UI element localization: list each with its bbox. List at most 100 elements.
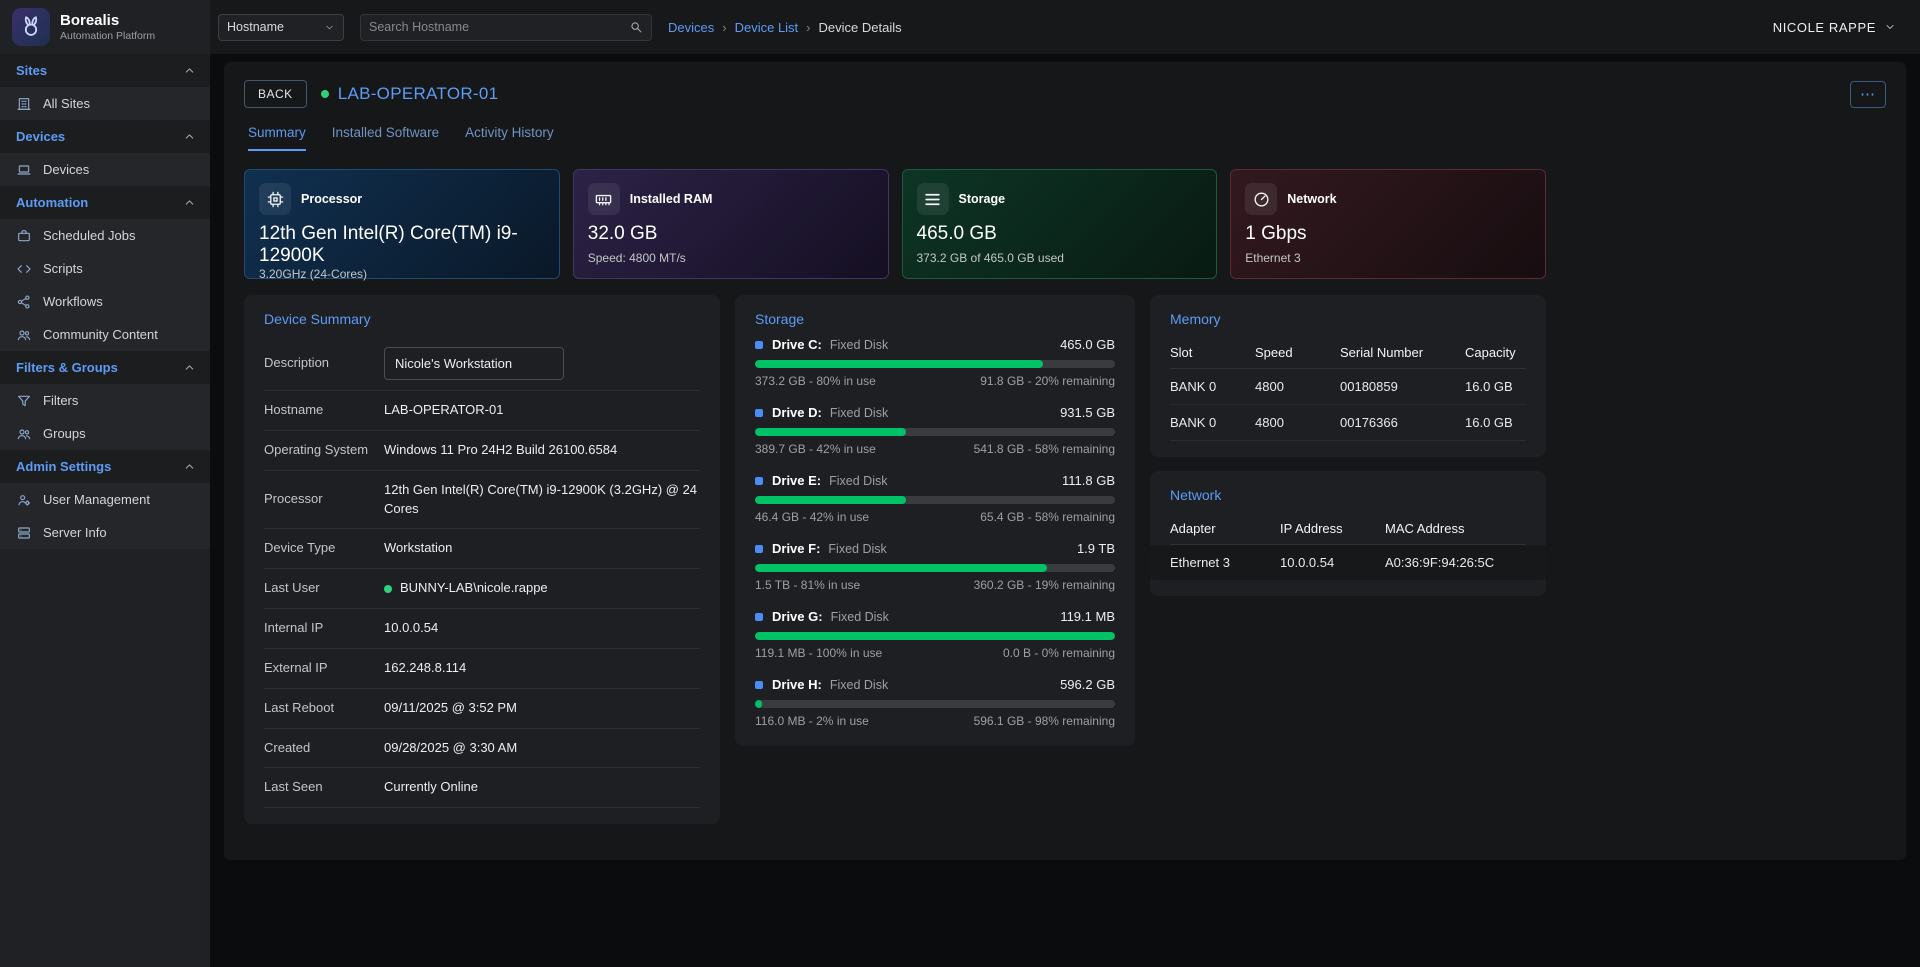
page-title: LAB-OPERATOR-01: [321, 84, 499, 104]
row-label: Last Seen: [264, 779, 384, 796]
laptop-icon: [16, 162, 32, 178]
memory-table-row: BANK 0 4800 00180859 16.0 GB: [1170, 369, 1526, 405]
column-header: Capacity: [1465, 345, 1526, 360]
share-icon: [16, 294, 32, 310]
drive-name: Drive G:: [772, 609, 823, 624]
drive-usage-bar: [755, 564, 1115, 572]
summary-row-created: Created 09/28/2025 @ 3:30 AM: [264, 729, 700, 769]
sidebar-section-filters-groups[interactable]: Filters & Groups: [0, 351, 210, 384]
stat-subtitle: Speed: 4800 MT/s: [588, 251, 874, 265]
sidebar-item-all-sites[interactable]: All Sites: [0, 87, 210, 120]
sidebar-section-label: Admin Settings: [16, 459, 111, 474]
row-label: Description: [264, 355, 384, 372]
sidebar-item-user-management[interactable]: User Management: [0, 483, 210, 516]
cell-speed: 4800: [1255, 415, 1340, 430]
ram-icon: [588, 183, 620, 215]
breadcrumb-device-list[interactable]: Device List: [735, 20, 799, 35]
drive-used: 1.5 TB - 81% in use: [755, 578, 860, 592]
sidebar-item-community-content[interactable]: Community Content: [0, 318, 210, 351]
drive-size: 111.8 GB: [1062, 473, 1115, 488]
drive-type: Fixed Disk: [830, 338, 888, 352]
sidebar-item-devices[interactable]: Devices: [0, 153, 210, 186]
memory-table-row: BANK 0 4800 00176366 16.0 GB: [1170, 405, 1526, 441]
drive-name: Drive E:: [772, 473, 821, 488]
drive-used: 46.4 GB - 42% in use: [755, 510, 869, 524]
sidebar-item-label: Scripts: [43, 261, 83, 276]
drive-icon: [755, 545, 763, 553]
tab-summary[interactable]: Summary: [248, 125, 306, 151]
row-value: 162.248.8.114: [384, 659, 466, 678]
user-name: NICOLE RAPPE: [1773, 20, 1876, 35]
more-actions-button[interactable]: ⋯: [1850, 81, 1886, 108]
stat-value: 32.0 GB: [588, 223, 874, 245]
online-status-dot: [384, 585, 392, 593]
storage-stack-icon: [917, 183, 949, 215]
sidebar-item-label: Filters: [43, 393, 78, 408]
drive-used: 389.7 GB - 42% in use: [755, 442, 876, 456]
summary-row-processor: Processor 12th Gen Intel(R) Core(TM) i9-…: [264, 471, 700, 530]
drive-type: Fixed Disk: [830, 406, 888, 420]
row-value: Workstation: [384, 539, 452, 558]
sidebar-section-devices[interactable]: Devices: [0, 120, 210, 153]
cpu-icon: [259, 183, 291, 215]
sidebar-item-filters[interactable]: Filters: [0, 384, 210, 417]
summary-row-external-ip: External IP 162.248.8.114: [264, 649, 700, 689]
drive-usage-bar: [755, 700, 1115, 708]
sidebar-item-label: Server Info: [43, 525, 107, 540]
sidebar-section-sites[interactable]: Sites: [0, 54, 210, 87]
stat-subtitle: 3.20GHz (24-Cores): [259, 267, 545, 281]
storage-drives-card: Storage Drive C: Fixed Disk 465.0 GB 373…: [735, 295, 1135, 746]
cell-slot: BANK 0: [1170, 415, 1255, 430]
hostname-select-value: Hostname: [227, 20, 284, 34]
user-menu[interactable]: NICOLE RAPPE: [1773, 20, 1896, 35]
brand: Borealis Automation Platform: [0, 0, 210, 54]
sidebar-section-label: Sites: [16, 63, 47, 78]
back-button[interactable]: BACK: [244, 80, 307, 108]
sidebar-section-admin-settings[interactable]: Admin Settings: [0, 450, 210, 483]
cell-serial: 00180859: [1340, 379, 1465, 394]
tab-activity-history[interactable]: Activity History: [465, 125, 554, 151]
cell-speed: 4800: [1255, 379, 1340, 394]
row-value: Windows 11 Pro 24H2 Build 26100.6584: [384, 441, 617, 460]
stat-title: Processor: [301, 192, 362, 206]
cell-serial: 00176366: [1340, 415, 1465, 430]
stat-title: Network: [1287, 192, 1336, 206]
breadcrumb-devices[interactable]: Devices: [668, 20, 714, 35]
sidebar-item-server-info[interactable]: Server Info: [0, 516, 210, 549]
column-header: Adapter: [1170, 521, 1280, 536]
drive-size: 465.0 GB: [1060, 337, 1115, 352]
search-box: [360, 14, 652, 41]
description-input[interactable]: [384, 347, 564, 380]
drive-usage-bar: [755, 360, 1115, 368]
column-header: Serial Number: [1340, 345, 1465, 360]
row-label: Internal IP: [264, 620, 384, 637]
sidebar-item-scripts[interactable]: Scripts: [0, 252, 210, 285]
sidebar-item-label: Groups: [43, 426, 86, 441]
sidebar-item-label: All Sites: [43, 96, 90, 111]
chevron-up-icon: [183, 196, 196, 209]
sidebar-section-automation[interactable]: Automation: [0, 186, 210, 219]
borealis-logo: [12, 8, 50, 46]
gauge-icon: [1245, 183, 1277, 215]
people-icon: [16, 327, 32, 343]
column-header: IP Address: [1280, 521, 1385, 536]
row-label: Last Reboot: [264, 700, 384, 717]
drive-used: 119.1 MB - 100% in use: [755, 646, 882, 660]
sidebar-item-groups[interactable]: Groups: [0, 417, 210, 450]
sidebar-item-workflows[interactable]: Workflows: [0, 285, 210, 318]
chevron-down-icon: [324, 22, 335, 33]
sidebar-item-scheduled-jobs[interactable]: Scheduled Jobs: [0, 219, 210, 252]
stat-subtitle: Ethernet 3: [1245, 251, 1531, 265]
drive-remaining: 91.8 GB - 20% remaining: [980, 374, 1115, 388]
drive-row-h: Drive H: Fixed Disk 596.2 GB 116.0 MB - …: [755, 677, 1115, 728]
tab-installed-software[interactable]: Installed Software: [332, 125, 439, 151]
hostname-select[interactable]: Hostname: [218, 14, 344, 41]
cell-slot: BANK 0: [1170, 379, 1255, 394]
device-summary-card: Device Summary Description Hostname LAB-…: [244, 295, 720, 824]
search-input[interactable]: [369, 20, 623, 34]
drive-name: Drive C:: [772, 337, 822, 352]
network-adapters-card: Network Adapter IP Address MAC Address E…: [1150, 471, 1546, 596]
memory-card: Memory Slot Speed Serial Number Capacity…: [1150, 295, 1546, 457]
sidebar-section-label: Automation: [16, 195, 88, 210]
stat-title: Storage: [959, 192, 1006, 206]
